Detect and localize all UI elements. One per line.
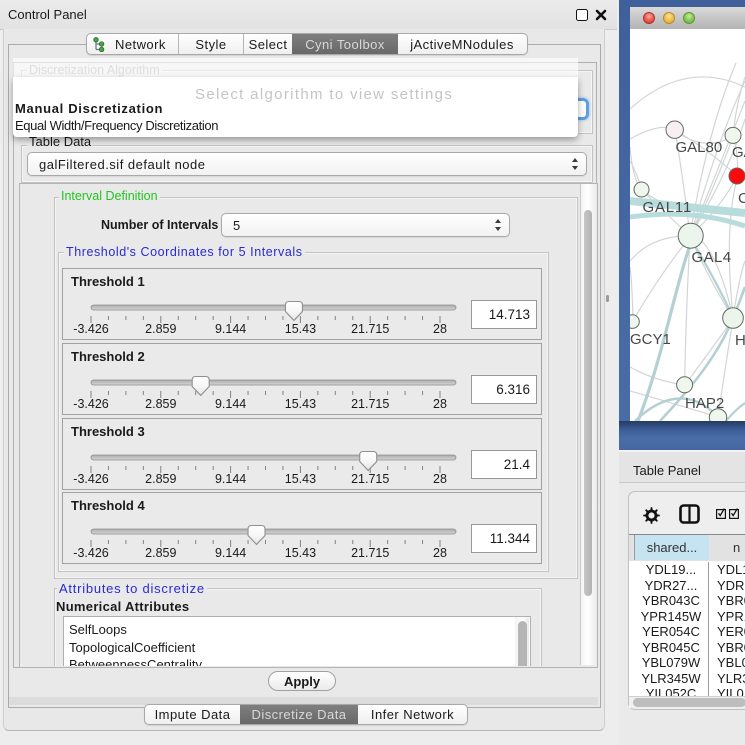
svg-text:9.144: 9.144 [215, 546, 246, 560]
svg-text:28: 28 [433, 472, 447, 486]
svg-text:2.859: 2.859 [145, 472, 176, 486]
svg-text:9.144: 9.144 [215, 397, 246, 411]
svg-text:15.43: 15.43 [285, 322, 316, 336]
svg-text:9.144: 9.144 [215, 472, 246, 486]
svg-text:15.43: 15.43 [285, 472, 316, 486]
svg-text:2.859: 2.859 [145, 322, 176, 336]
svg-text:GCY1: GCY1 [630, 331, 671, 348]
svg-text:GAL11: GAL11 [643, 199, 693, 216]
svg-text:21.715: 21.715 [351, 397, 389, 411]
svg-text:9.144: 9.144 [215, 322, 246, 336]
svg-text:GA: GA [732, 144, 745, 161]
svg-text:28: 28 [433, 546, 447, 560]
svg-text:C: C [738, 190, 745, 207]
svg-text:-3.426: -3.426 [73, 397, 108, 411]
svg-text:21.715: 21.715 [351, 322, 389, 336]
svg-text:GAL4: GAL4 [692, 249, 732, 266]
svg-text:2.859: 2.859 [145, 397, 176, 411]
svg-text:GAL80: GAL80 [676, 139, 723, 156]
svg-text:15.43: 15.43 [285, 397, 316, 411]
svg-text:-3.426: -3.426 [73, 472, 108, 486]
svg-text:-3.426: -3.426 [73, 546, 108, 560]
svg-text:28: 28 [433, 397, 447, 411]
svg-text:21.715: 21.715 [351, 546, 389, 560]
svg-text:28: 28 [433, 322, 447, 336]
svg-text:-3.426: -3.426 [73, 322, 108, 336]
svg-text:HAP2: HAP2 [685, 395, 724, 412]
svg-text:2.859: 2.859 [145, 546, 176, 560]
svg-text:15.43: 15.43 [285, 546, 316, 560]
svg-text:21.715: 21.715 [351, 472, 389, 486]
svg-text:H: H [735, 332, 745, 349]
